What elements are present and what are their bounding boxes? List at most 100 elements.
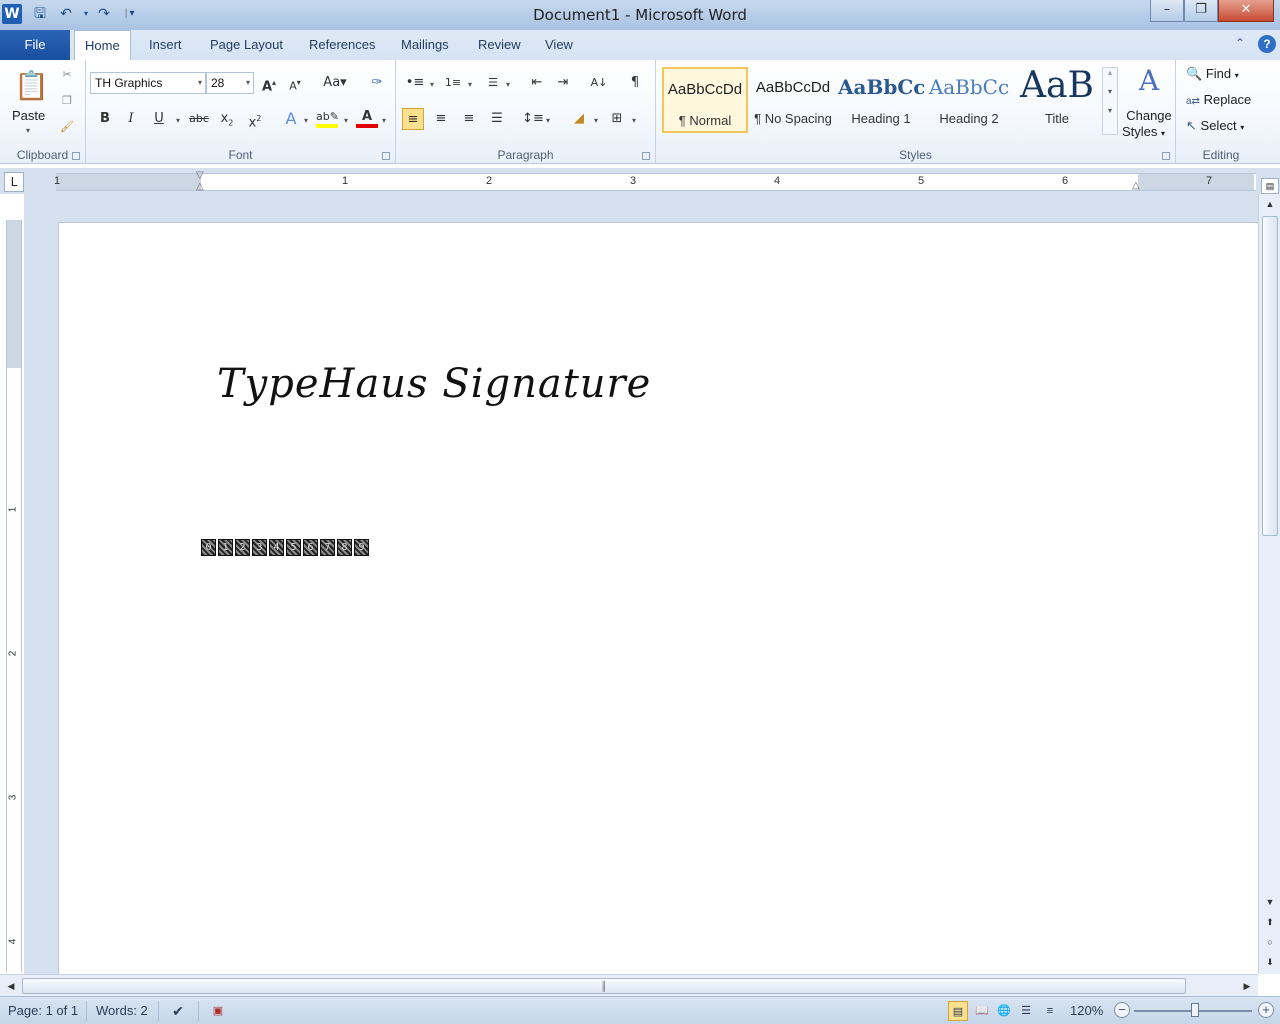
text-effects-icon[interactable]: A — [280, 108, 302, 130]
view-ruler-icon[interactable]: ▤ — [1261, 178, 1279, 194]
style-no-spacing[interactable]: AaBbCcDd ¶ No Spacing — [750, 67, 836, 133]
tab-selector[interactable]: L — [4, 172, 24, 192]
proofing-icon[interactable]: ✔ — [168, 1001, 188, 1021]
next-page-icon[interactable]: ⬇ — [1261, 954, 1279, 970]
scroll-down-icon[interactable]: ▼ — [1261, 894, 1279, 910]
paste-dropdown-icon[interactable]: ▾ — [26, 126, 30, 135]
italic-icon[interactable]: I — [120, 108, 142, 130]
restore-icon[interactable]: ❐ — [1184, 0, 1218, 22]
paragraph-launcher-icon[interactable] — [642, 152, 650, 160]
tab-mailings[interactable]: Mailings — [391, 30, 459, 60]
glyph-row[interactable]: 0 1 2 3 4 5 6 7 8 9 — [201, 539, 371, 559]
document-page[interactable]: TypeHaus Signature 0 1 2 3 4 5 6 7 8 9 — [58, 222, 1258, 974]
style-heading-2[interactable]: AaBbCc Heading 2 — [926, 67, 1012, 133]
strikethrough-icon[interactable]: abc — [188, 108, 210, 130]
bullets-dropdown-icon[interactable]: ▾ — [430, 80, 434, 89]
shrink-font-icon[interactable]: A▾ — [284, 72, 306, 94]
replace-button[interactable]: a⇄ Replace — [1186, 92, 1251, 107]
zoom-in-icon[interactable]: + — [1258, 1002, 1274, 1018]
line-spacing-dropdown-icon[interactable]: ▾ — [546, 116, 550, 125]
draft-view-icon[interactable]: ≡ — [1040, 1001, 1060, 1021]
font-color-icon[interactable]: A — [356, 106, 378, 128]
zoom-level[interactable]: 120% — [1070, 1003, 1103, 1018]
underline-dropdown-icon[interactable]: ▾ — [176, 116, 180, 125]
previous-page-icon[interactable]: ⬆ — [1261, 914, 1279, 930]
page-count[interactable]: Page: 1 of 1 — [8, 1003, 78, 1018]
font-size-combo[interactable]: 28 ▾ — [206, 72, 254, 94]
close-icon[interactable]: ✕ — [1218, 0, 1274, 22]
align-left-icon[interactable]: ≡ — [402, 108, 424, 130]
styles-scroll-up-icon[interactable]: ▴ — [1103, 68, 1117, 77]
vertical-scrollbar[interactable]: ▤ ▲ ▼ ⬆ ○ ⬇ — [1258, 178, 1280, 974]
full-screen-reading-view-icon[interactable]: 📖 — [972, 1001, 992, 1021]
macro-record-icon[interactable]: ▣ — [208, 1001, 228, 1021]
outline-view-icon[interactable]: ☰ — [1016, 1001, 1036, 1021]
font-name-combo[interactable]: TH Graphics ▾ — [90, 72, 206, 94]
horizontal-scroll-thumb[interactable]: ║ — [22, 978, 1186, 994]
signature-text[interactable]: TypeHaus Signature — [217, 361, 651, 407]
style-heading-1[interactable]: AaBbCc Heading 1 — [838, 67, 924, 133]
word-count[interactable]: Words: 2 — [96, 1003, 148, 1018]
vertical-scroll-thumb[interactable] — [1262, 216, 1278, 536]
shading-dropdown-icon[interactable]: ▾ — [594, 116, 598, 125]
bold-icon[interactable]: B — [94, 108, 116, 130]
underline-icon[interactable]: U — [148, 108, 170, 130]
text-effects-dropdown-icon[interactable]: ▾ — [304, 116, 308, 125]
zoom-slider-thumb[interactable] — [1191, 1003, 1199, 1017]
font-size-dropdown-icon[interactable]: ▾ — [246, 73, 250, 93]
styles-launcher-icon[interactable] — [1162, 152, 1170, 160]
tab-page-layout[interactable]: Page Layout — [200, 30, 293, 60]
select-button[interactable]: ↖ Select ▾ — [1186, 118, 1244, 134]
grow-font-icon[interactable]: A▴ — [258, 72, 280, 94]
clear-formatting-icon[interactable]: ✑ — [366, 72, 388, 94]
multilevel-dropdown-icon[interactable]: ▾ — [506, 80, 510, 89]
font-launcher-icon[interactable] — [382, 152, 390, 160]
paste-button[interactable]: Paste — [12, 108, 45, 123]
sort-icon[interactable]: A↓ — [588, 72, 610, 94]
numbering-icon[interactable]: 1≡ — [442, 72, 464, 94]
style-normal[interactable]: AaBbCcDd ¶ Normal — [662, 67, 748, 133]
show-formatting-marks-icon[interactable]: ¶ — [624, 72, 646, 94]
horizontal-scrollbar[interactable]: ◀ ║ ▶ — [0, 974, 1258, 996]
scroll-up-icon[interactable]: ▲ — [1261, 196, 1279, 212]
justify-icon[interactable]: ☰ — [486, 108, 508, 130]
tab-file[interactable]: File — [0, 30, 70, 60]
vertical-ruler[interactable]: 1 2 3 4 — [6, 220, 22, 972]
print-layout-view-icon[interactable]: ▤ — [948, 1001, 968, 1021]
zoom-out-icon[interactable]: − — [1114, 1002, 1130, 1018]
minimize-icon[interactable]: – — [1150, 0, 1184, 22]
multilevel-list-icon[interactable]: ☰ — [482, 72, 504, 94]
find-button[interactable]: 🔍 Find ▾ — [1186, 66, 1239, 82]
increase-indent-icon[interactable]: ⇥ — [552, 72, 574, 94]
help-icon[interactable]: ? — [1258, 35, 1276, 53]
change-styles-icon[interactable]: A — [1134, 64, 1164, 98]
styles-more-icon[interactable]: ▾ — [1103, 106, 1117, 115]
change-case-icon[interactable]: Aa▾ — [320, 72, 350, 94]
borders-dropdown-icon[interactable]: ▾ — [632, 116, 636, 125]
cut-icon[interactable]: ✂ — [56, 64, 78, 86]
align-center-icon[interactable]: ≡ — [430, 108, 452, 130]
scroll-right-icon[interactable]: ▶ — [1238, 977, 1256, 995]
format-painter-icon[interactable]: 🖌 — [56, 116, 78, 138]
horizontal-ruler[interactable]: 1 1 2 3 4 5 6 7 ▽ △ △ — [54, 170, 1256, 192]
styles-gallery-scroll[interactable]: ▴ ▾ ▾ — [1102, 67, 1118, 135]
borders-icon[interactable]: ⊞ — [606, 108, 628, 130]
line-spacing-icon[interactable]: ↕≡ — [522, 108, 544, 130]
highlight-dropdown-icon[interactable]: ▾ — [344, 116, 348, 125]
left-indent-marker[interactable]: △ — [196, 181, 204, 192]
align-right-icon[interactable]: ≡ — [458, 108, 480, 130]
decrease-indent-icon[interactable]: ⇤ — [526, 72, 548, 94]
change-styles-line2[interactable]: Styles ▾ — [1122, 124, 1165, 139]
right-indent-marker[interactable]: △ — [1132, 180, 1140, 191]
highlight-icon[interactable]: ab✎ — [316, 106, 339, 128]
styles-scroll-down-icon[interactable]: ▾ — [1103, 87, 1117, 96]
shading-icon[interactable]: ◢ — [568, 108, 590, 130]
clipboard-launcher-icon[interactable] — [72, 152, 80, 160]
tab-insert[interactable]: Insert — [139, 30, 192, 60]
scroll-left-icon[interactable]: ◀ — [2, 977, 20, 995]
tab-view[interactable]: View — [535, 30, 583, 60]
copy-icon[interactable]: ❐ — [56, 90, 78, 112]
superscript-icon[interactable]: x2 — [244, 108, 266, 130]
bullets-icon[interactable]: •≡ — [404, 72, 426, 94]
subscript-icon[interactable]: x2 — [216, 108, 238, 130]
